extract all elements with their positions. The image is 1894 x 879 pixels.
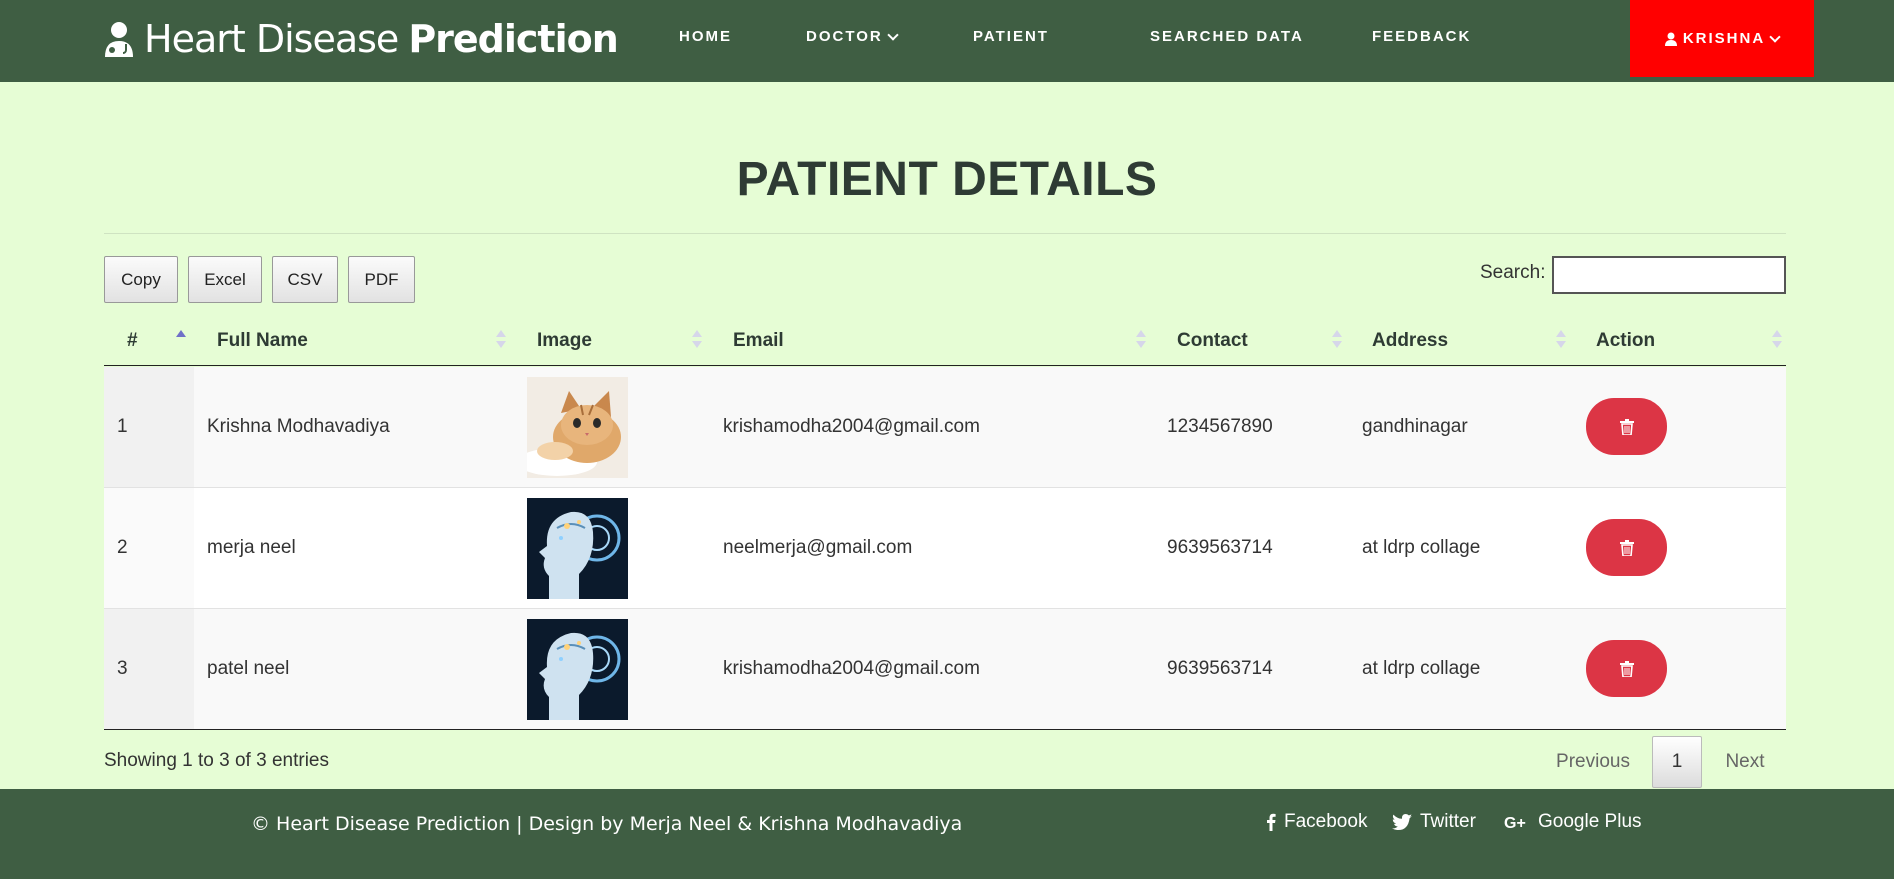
twitter-label: Twitter	[1420, 811, 1476, 832]
cell-contact: 9639563714	[1167, 658, 1273, 679]
table-row: 2 merja neel neelmerja@gmail.com 9639563…	[104, 488, 1786, 609]
cell-address: gandhinagar	[1362, 416, 1468, 437]
sort-icon	[1556, 330, 1566, 350]
facebook-link[interactable]: Facebook	[1266, 811, 1367, 833]
brand-text-part1: Heart Disease	[144, 17, 399, 61]
column-header-label: Action	[1596, 330, 1656, 351]
column-header-image[interactable]: Image	[537, 316, 592, 366]
user-icon	[1664, 32, 1677, 46]
pagination-next[interactable]: Next	[1714, 736, 1776, 788]
nav-home[interactable]: HOME	[679, 28, 732, 45]
cell-email: krishamodha2004@gmail.com	[723, 658, 980, 679]
footer-copyright: © Heart Disease Prediction | Design by M…	[251, 813, 963, 835]
doctor-icon	[105, 22, 133, 57]
column-header-label: Image	[537, 330, 592, 351]
nav-searched-label: SEARCHED DATA	[1150, 28, 1304, 45]
cell-email: neelmerja@gmail.com	[723, 537, 913, 558]
sort-icon	[692, 330, 702, 350]
nav-home-label: HOME	[679, 28, 732, 45]
nav-doctor-dropdown[interactable]: DOCTOR	[806, 28, 899, 45]
sort-icon	[1772, 330, 1782, 350]
delete-button[interactable]	[1586, 519, 1667, 576]
copy-button[interactable]: Copy	[104, 256, 178, 303]
cell-email: krishamodha2004@gmail.com	[723, 416, 980, 437]
pagination-previous[interactable]: Previous	[1548, 736, 1638, 788]
twitter-icon	[1392, 814, 1412, 830]
top-navbar: Heart Disease Prediction HOME DOCTOR PAT…	[0, 0, 1894, 82]
nav-feedback[interactable]: FEEDBACK	[1372, 28, 1471, 45]
chevron-down-icon	[1769, 30, 1781, 43]
cell-fullname: patel neel	[207, 658, 290, 679]
patient-photo-ai-head	[527, 498, 628, 599]
column-header-contact[interactable]: Contact	[1177, 316, 1248, 366]
chevron-down-icon	[887, 28, 899, 41]
column-header-email[interactable]: Email	[733, 316, 784, 366]
trash-icon	[1619, 539, 1634, 556]
facebook-icon	[1267, 813, 1276, 831]
nav-patient[interactable]: PATIENT	[973, 28, 1049, 45]
footer: © Heart Disease Prediction | Design by M…	[0, 789, 1894, 879]
twitter-link[interactable]: Twitter	[1392, 811, 1476, 833]
cell-index: 1	[117, 416, 128, 437]
cell-index: 2	[117, 537, 128, 558]
sort-icon	[1332, 330, 1342, 350]
table-bottom-border	[104, 729, 1786, 730]
table-info: Showing 1 to 3 of 3 entries	[104, 750, 329, 771]
column-header-action[interactable]: Action	[1596, 316, 1655, 366]
delete-button[interactable]	[1586, 398, 1667, 455]
google-plus-link[interactable]: G+ Google Plus	[1504, 811, 1642, 833]
table-row: 3 patel neel krishamodha2004@gmail.com 9…	[104, 609, 1786, 730]
pdf-button[interactable]: PDF	[348, 256, 415, 303]
facebook-label: Facebook	[1284, 811, 1368, 832]
trash-icon	[1619, 418, 1634, 435]
cell-address: at ldrp collage	[1362, 658, 1481, 679]
patient-photo-ai-head	[527, 619, 628, 720]
column-header-label: Address	[1372, 330, 1449, 351]
cell-contact: 9639563714	[1167, 537, 1273, 558]
brand-logo[interactable]: Heart Disease Prediction	[102, 14, 619, 64]
title-divider	[104, 233, 1786, 234]
column-header-label: Email	[733, 330, 784, 351]
sort-icon	[1136, 330, 1146, 350]
cell-fullname: Krishna Modhavadiya	[207, 416, 390, 437]
table-row: 1 Krishna Modhavadiya krishamodha2004@gm…	[104, 367, 1786, 488]
column-header-label: Contact	[1177, 330, 1248, 351]
cell-fullname: merja neel	[207, 537, 296, 558]
sort-icon	[496, 330, 506, 350]
user-menu-label: KRISHNA	[1682, 30, 1766, 47]
nav-feedback-label: FEEDBACK	[1372, 28, 1472, 45]
sort-asc-icon	[176, 330, 186, 350]
page-title: PATIENT DETAILS	[736, 153, 1158, 206]
trash-icon	[1619, 660, 1634, 677]
column-header-label: #	[127, 330, 138, 351]
svg-text:G+: G+	[1504, 815, 1526, 830]
search-input[interactable]	[1552, 256, 1786, 294]
delete-button[interactable]	[1586, 640, 1667, 697]
cell-index: 3	[117, 658, 128, 679]
patient-photo-kitten	[527, 377, 628, 478]
google-plus-icon: G+	[1504, 815, 1526, 830]
google-plus-label: Google Plus	[1538, 811, 1642, 832]
table-header: # Full Name Image Email Contact Address …	[104, 316, 1786, 366]
column-header-index[interactable]: #	[127, 316, 138, 366]
user-menu-button[interactable]: KRISHNA	[1630, 0, 1814, 77]
search-label: Search:	[1480, 262, 1546, 283]
nav-doctor-label: DOCTOR	[806, 28, 883, 45]
brand-text-part2: Prediction	[408, 17, 618, 61]
column-header-fullname[interactable]: Full Name	[217, 316, 308, 366]
column-header-label: Full Name	[217, 330, 308, 351]
cell-address: at ldrp collage	[1362, 537, 1481, 558]
column-header-address[interactable]: Address	[1372, 316, 1448, 366]
nav-patient-label: PATIENT	[973, 28, 1049, 45]
cell-contact: 1234567890	[1167, 416, 1273, 437]
pagination-page-1[interactable]: 1	[1652, 736, 1702, 788]
nav-searched-data[interactable]: SEARCHED DATA	[1150, 28, 1304, 45]
csv-button[interactable]: CSV	[272, 256, 338, 303]
excel-button[interactable]: Excel	[188, 256, 262, 303]
